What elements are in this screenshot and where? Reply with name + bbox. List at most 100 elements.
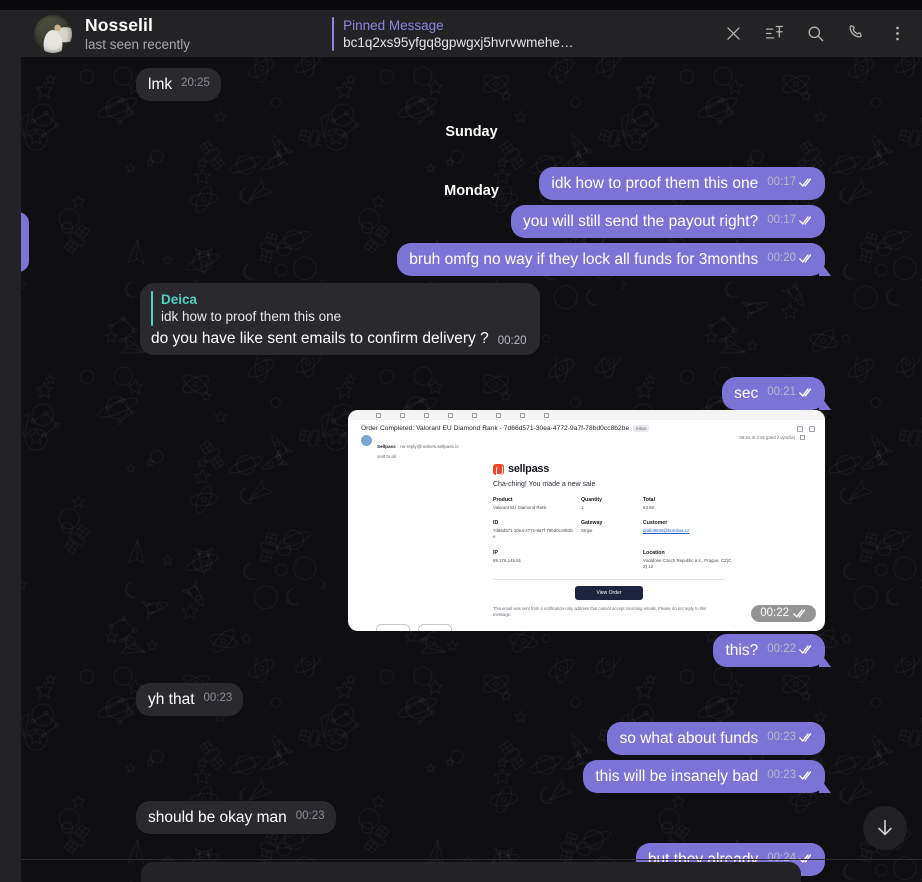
email-sender-row: Sellpass no-reply@notices.sellpass.io se… [348,434,825,459]
email-sent-date: 09:10, st 2:04 (pred 2 výročia) [739,435,795,440]
field-label: Product [493,497,513,503]
message-text: so what about funds [619,730,759,747]
email-sender-address: no-reply@notices.sellpass.io [400,444,459,449]
email-reply-button[interactable] [376,624,410,631]
chat-title-block[interactable]: Nosselil last seen recently [85,15,190,53]
read-receipt-icon [799,253,814,264]
read-receipt-icon [793,608,808,619]
sellpass-mark-icon [493,463,504,475]
email-quick-actions [376,624,452,631]
list-item[interactable]: idk how to proof them this one 00:17 [539,167,825,200]
email-print-icon [797,425,803,432]
reply-accent-bar [151,291,153,326]
message-meta: 00:23 [204,689,233,709]
photo-message-meta: 00:22 [751,605,816,622]
email-recipient: sent to ali [377,454,396,459]
arrow-down-icon [878,819,892,836]
header-actions [713,13,922,54]
message-input-bar[interactable] [141,862,801,882]
telegram-chat-window: Nosselil last seen recently Pinned Messa… [0,0,922,882]
message-time: 00:23 [767,731,796,743]
email-popout-icon [809,425,815,432]
message-text: sec [734,385,759,402]
message-list[interactable]: lmk 20:25 Sunday Monday idk how to proof… [21,57,922,882]
list-item[interactable]: Deica idk how to proof them this one do … [140,283,540,355]
field-value: Vodafone Czech Republic a.s., Prague, CZ… [643,558,732,569]
message-text: yh that [148,691,195,708]
message-time: 00:22 [760,607,789,619]
date-separator: Sunday [445,124,498,140]
email-order-row-3: IP Location 89.176.145.61 Vodafone Czech… [493,550,825,570]
email-body: sellpass Cha-ching! You made a new sale … [348,459,825,618]
scroll-to-bottom-button[interactable] [863,806,907,850]
pinned-message-label: Pinned Message [343,17,444,33]
pinned-message[interactable]: Pinned Message bc1q2xs95yfgq8gpwgxj5hvrv… [332,16,604,51]
list-item[interactable]: this? 00:22 [713,634,825,667]
message-time: 00:23 [295,810,325,822]
message-time: 20:25 [181,77,210,89]
message-text: this? [725,642,759,659]
window-top-strip [0,0,922,10]
pinned-accent-bar [332,16,335,51]
email-toolbar [348,410,825,420]
message-meta: 20:25 [181,74,210,94]
email-order-row-1: Product Quantity Total Valorant EU Diamo… [493,497,825,511]
sellpass-logo: sellpass [493,463,825,475]
reply-author: Deica [161,292,198,307]
message-time: 00:17 [767,176,796,188]
list-item[interactable]: should be okay man 00:23 [136,801,336,834]
field-label: Quantity [581,497,603,503]
field-label: ID [493,520,499,526]
pinned-message-text: bc1q2xs95yfgq8gpwgxj5hvrvwmehe… [343,34,574,50]
message-time: 00:20 [497,335,527,347]
email-subject: Order Completed: Valorant EU Diamond Ran… [361,425,630,432]
list-item[interactable]: this will be insanely bad 00:23 [583,760,825,793]
list-item[interactable]: sec 00:21 [722,377,825,410]
reply-quoted-text: idk how to proof them this one [161,309,342,324]
field-label: Gateway [581,520,603,526]
more-vertical-icon[interactable] [877,13,918,54]
message-time: 00:21 [767,386,796,398]
email-badge: Inbox [633,425,650,432]
message-text: you will still send the payout right? [523,213,759,230]
call-icon[interactable] [836,13,877,54]
field-label: Customer [643,520,668,526]
message-text: this will be insanely bad [595,768,759,785]
message-text: bruh omfg no way if they lock all funds … [409,251,759,268]
photo-message[interactable]: Order Completed: Valorant EU Diamond Ran… [348,410,825,631]
email-sender-name: Sellpass [377,444,396,449]
field-value: 7d66d571-30ea-4772-9a7f-78bd0cc8b2be [493,528,573,539]
close-icon[interactable] [713,13,754,54]
field-label: Location [643,550,665,556]
field-label: IP [493,550,498,556]
left-rail [0,10,21,882]
offscreen-message-fragment[interactable] [21,212,29,272]
message-text: lmk [148,76,173,93]
list-item[interactable]: yh that 00:23 [136,683,244,716]
field-label: Total [643,497,656,503]
list-item[interactable]: so what about funds 00:23 [607,722,825,755]
message-meta: 00:23 [767,728,814,748]
email-forward-button[interactable] [418,624,452,631]
reply-quote[interactable]: Deica idk how to proof them this one [151,291,530,326]
view-order-button[interactable]: View Order [574,585,644,600]
read-receipt-icon [799,215,814,226]
list-item[interactable]: you will still send the payout right? 00… [511,205,825,238]
sellpass-wordmark: sellpass [508,463,550,475]
page-title: Nosselil [85,14,153,35]
list-item[interactable]: lmk 20:25 [136,68,221,101]
pinned-list-icon[interactable] [754,13,795,54]
message-time: 00:23 [767,769,796,781]
contact-avatar[interactable] [34,14,72,53]
contact-status: last seen recently [85,36,191,52]
message-time: 00:22 [767,643,796,655]
field-value: 1 [581,505,584,510]
message-time: 00:17 [767,214,796,226]
search-icon[interactable] [795,13,836,54]
message-meta: 00:17 [767,211,814,231]
field-value[interactable]: drallo9648@bombax.cz [643,528,825,540]
chat-header: Nosselil last seen recently Pinned Messa… [21,10,922,57]
read-receipt-icon [799,177,814,188]
message-meta: 00:21 [767,383,814,403]
list-item[interactable]: bruh omfg no way if they lock all funds … [397,243,825,276]
